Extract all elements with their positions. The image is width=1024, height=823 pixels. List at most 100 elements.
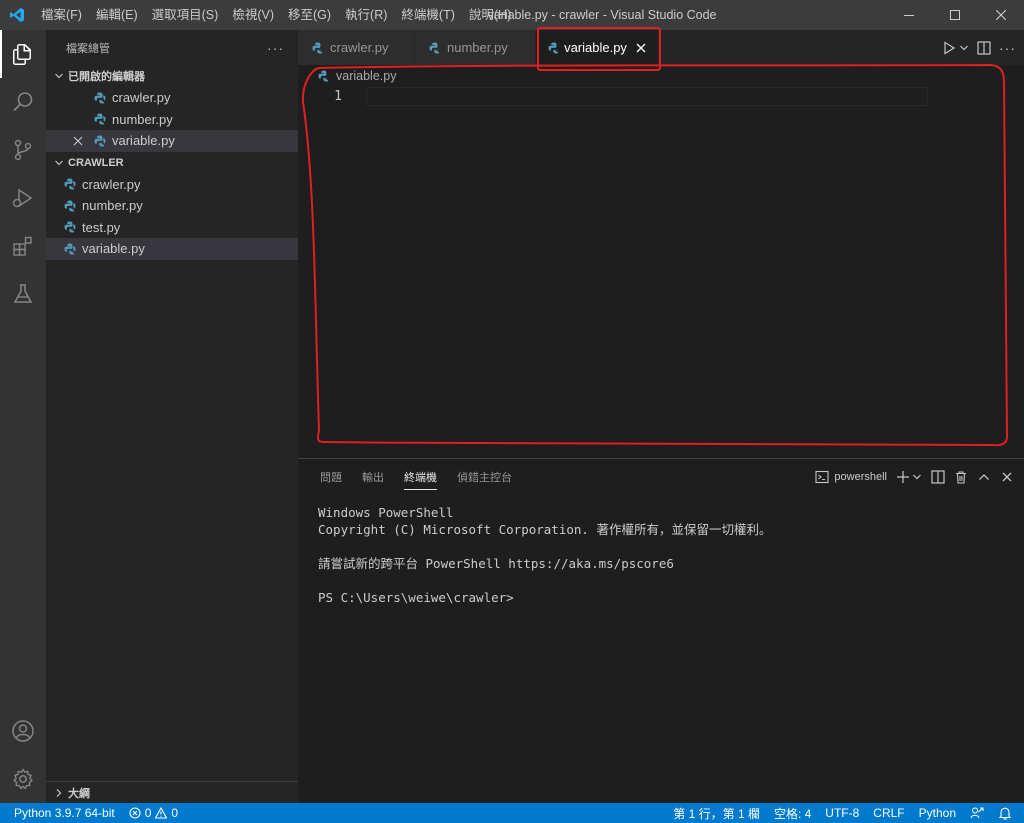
testing-icon <box>13 284 33 303</box>
menu-selection[interactable]: 選取項目(S) <box>145 0 226 30</box>
tab-variable[interactable]: variable.py <box>536 30 658 65</box>
file-name: crawler.py <box>82 176 141 192</box>
chevron-right-icon <box>52 788 66 798</box>
code-editor[interactable]: 1 <box>298 87 1024 458</box>
outline-header[interactable]: 大綱 <box>46 781 298 803</box>
maximize-button[interactable] <box>932 0 978 30</box>
tab-number[interactable]: number.py <box>415 30 536 65</box>
file-name: number.py <box>82 198 143 214</box>
search-button[interactable] <box>0 78 46 126</box>
cursor-position[interactable]: 第 1 行，第 1 欄 <box>666 803 767 823</box>
python-interpreter[interactable]: Python 3.9.7 64-bit <box>0 803 122 823</box>
close-window-button[interactable] <box>978 0 1024 30</box>
vscode-logo-icon <box>0 0 34 30</box>
indentation[interactable]: 空格: 4 <box>767 803 818 823</box>
terminal-icon <box>815 470 829 483</box>
encoding[interactable]: UTF-8 <box>818 803 866 823</box>
extensions-button[interactable] <box>0 222 46 270</box>
chevron-down-icon <box>960 45 968 50</box>
status-right: 第 1 行，第 1 欄 空格: 4 UTF-8 CRLF Python <box>666 803 1024 823</box>
terminal-output[interactable]: Windows PowerShell Copyright (C) Microsof… <box>298 494 1024 606</box>
editor-group: crawler.py number.py variable.py ··· var… <box>298 30 1024 458</box>
trash-icon[interactable] <box>954 470 968 484</box>
open-editors-label: 已開啟的編輯器 <box>68 71 145 83</box>
tab-label: variable.py <box>564 40 627 55</box>
file-name: test.py <box>82 219 121 235</box>
feedback-icon <box>970 807 984 819</box>
file-item[interactable]: crawler.py <box>46 174 298 196</box>
file-item[interactable]: number.py <box>46 195 298 217</box>
split-terminal-icon[interactable] <box>931 469 945 484</box>
open-editors-header[interactable]: 已開啟的編輯器 <box>46 65 298 87</box>
menu-terminal[interactable]: 終端機(T) <box>394 0 461 30</box>
menu-edit[interactable]: 編輯(E) <box>89 0 145 30</box>
chevron-down-icon <box>52 158 66 168</box>
file-item-active[interactable]: variable.py <box>46 238 298 260</box>
language-mode[interactable]: Python <box>912 803 963 823</box>
problems-indicator[interactable]: 0 0 <box>122 803 185 823</box>
play-icon <box>944 40 956 55</box>
python-file-icon <box>92 90 108 106</box>
python-file-icon <box>62 241 78 257</box>
close-icon <box>996 10 1006 20</box>
close-tab-icon[interactable] <box>635 43 647 53</box>
menu-file[interactable]: 檔案(F) <box>34 0 89 30</box>
title-bar: 檔案(F) 編輯(E) 選取項目(S) 檢視(V) 移至(G) 執行(R) 終端… <box>0 0 1024 30</box>
minimize-icon <box>904 15 914 16</box>
tab-terminal[interactable]: 終端機 <box>394 459 447 494</box>
python-file-icon <box>316 68 332 84</box>
breadcrumb-file: variable.py <box>336 69 397 83</box>
breadcrumb[interactable]: variable.py <box>298 65 1024 87</box>
python-file-icon <box>427 40 443 56</box>
terminal-line: Windows PowerShell <box>318 505 454 520</box>
end-of-line[interactable]: CRLF <box>866 803 911 823</box>
testing-button[interactable] <box>0 270 46 318</box>
editor-actions: ··· <box>942 30 1016 65</box>
account-button[interactable] <box>0 707 46 755</box>
open-editor-item[interactable]: number.py <box>46 109 298 131</box>
tab-output[interactable]: 輸出 <box>352 459 394 494</box>
folder-header[interactable]: CRAWLER <box>46 152 298 174</box>
tab-problems[interactable]: 問題 <box>310 459 352 494</box>
account-icon <box>12 720 34 742</box>
terminal-selector[interactable]: powershell <box>815 470 887 484</box>
bell-icon <box>998 807 1012 820</box>
source-control-button[interactable] <box>0 126 46 174</box>
sidebar-title: 檔案總管 <box>66 42 110 55</box>
split-editor-icon[interactable] <box>977 40 991 55</box>
more-actions-icon[interactable]: ··· <box>999 40 1016 56</box>
python-file-icon <box>310 40 326 56</box>
menu-run[interactable]: 執行(R) <box>338 0 394 30</box>
menu-go[interactable]: 移至(G) <box>281 0 338 30</box>
search-icon <box>13 92 33 112</box>
tab-debug-console[interactable]: 偵錯主控台 <box>447 459 522 494</box>
menu-view[interactable]: 檢視(V) <box>225 0 281 30</box>
close-editor-icon[interactable] <box>70 136 86 146</box>
menu-help[interactable]: 說明(H) <box>462 0 518 30</box>
more-actions-button[interactable]: ··· <box>267 40 284 56</box>
terminal-prompt: PS C:\Users\weiwe\crawler> <box>318 590 514 605</box>
file-name: variable.py <box>112 133 175 149</box>
explorer-button[interactable] <box>0 30 46 78</box>
minimize-button[interactable] <box>886 0 932 30</box>
python-file-icon <box>548 40 560 56</box>
open-editor-item-active[interactable]: variable.py <box>46 130 298 152</box>
run-debug-icon <box>12 188 33 208</box>
run-python-file-button[interactable] <box>942 40 969 55</box>
run-debug-button[interactable] <box>0 174 46 222</box>
terminal-name: powershell <box>834 470 887 483</box>
open-editor-item[interactable]: crawler.py <box>46 87 298 109</box>
tab-label: crawler.py <box>330 40 389 55</box>
file-item[interactable]: test.py <box>46 217 298 239</box>
notifications-button[interactable] <box>991 803 1024 823</box>
error-count: 0 <box>144 806 152 820</box>
feedback-button[interactable] <box>963 803 991 823</box>
settings-button[interactable] <box>0 755 46 803</box>
tab-crawler[interactable]: crawler.py <box>298 30 415 65</box>
explorer-sidebar: 檔案總管 ··· 已開啟的編輯器 crawler.py number.py va… <box>46 30 298 803</box>
maximize-panel-icon[interactable] <box>977 470 991 484</box>
close-panel-icon[interactable] <box>1000 470 1014 484</box>
new-terminal-button[interactable] <box>896 470 922 484</box>
